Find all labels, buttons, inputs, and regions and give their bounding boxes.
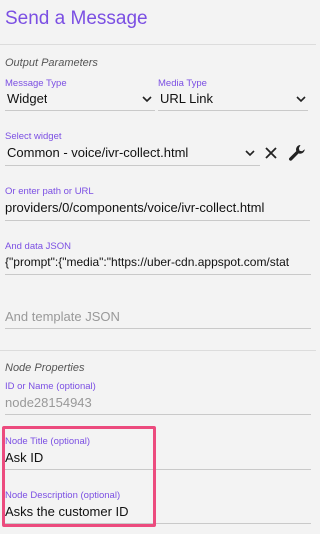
path-input[interactable]: providers/0/components/voice/ivr-collect… <box>5 200 310 215</box>
node-id-underline <box>5 414 311 415</box>
section-divider <box>0 350 316 351</box>
output-parameters-heading: Output Parameters <box>5 57 98 69</box>
select-widget-label: Select widget <box>5 131 62 142</box>
wrench-icon[interactable] <box>287 143 307 163</box>
chevron-down-icon <box>296 96 306 103</box>
close-icon[interactable] <box>262 144 280 162</box>
template-json-underline <box>5 328 311 329</box>
node-properties-heading: Node Properties <box>5 362 85 374</box>
message-type-underline <box>5 110 155 111</box>
media-type-select[interactable]: URL Link <box>158 89 308 109</box>
widget-select[interactable]: Common - voice/ivr-collect.html <box>5 143 260 163</box>
node-id-input[interactable]: node28154943 <box>5 395 92 410</box>
highlight-box <box>2 426 156 527</box>
widget-underline <box>5 165 260 166</box>
path-label: Or enter path or URL <box>5 186 94 197</box>
data-json-underline <box>5 274 311 275</box>
message-type-value: Widget <box>7 91 48 106</box>
page-title: Send a Message <box>5 8 148 29</box>
data-json-input[interactable]: {"prompt":{"media":"https://uber-cdn.app… <box>5 255 311 269</box>
media-type-label: Media Type <box>158 78 207 89</box>
chevron-down-icon <box>142 96 152 103</box>
media-type-underline <box>158 110 308 111</box>
node-id-label: ID or Name (optional) <box>5 381 96 392</box>
widget-value: Common - voice/ivr-collect.html <box>7 145 189 160</box>
message-type-label: Message Type <box>5 78 67 89</box>
media-type-value: URL Link <box>160 91 213 106</box>
template-json-input[interactable]: And template JSON <box>5 309 120 324</box>
path-underline <box>5 220 310 221</box>
data-json-label: And data JSON <box>5 241 72 252</box>
chevron-down-icon <box>245 150 255 157</box>
header-divider <box>0 44 316 45</box>
message-type-select[interactable]: Widget <box>5 89 155 109</box>
